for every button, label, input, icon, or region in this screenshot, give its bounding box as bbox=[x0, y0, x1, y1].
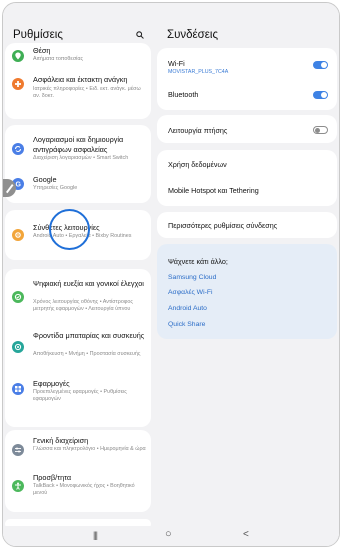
digital-wellbeing-title: Ψηφιακή ευεξία και γονικοί έλεγχοι bbox=[33, 279, 144, 288]
bluetooth-label[interactable]: Bluetooth bbox=[168, 90, 198, 99]
settings-item-safety[interactable]: Ασφάλεια και έκτακτη ανάγκη Ιατρικές πλη… bbox=[5, 72, 151, 112]
suggestions-heading: Ψάχνετε κάτι άλλο; bbox=[168, 257, 228, 266]
settings-item-google[interactable]: G Google Υπηρεσίες Google bbox=[5, 173, 151, 195]
flight-mode-toggle[interactable] bbox=[313, 126, 328, 134]
svg-text:G: G bbox=[16, 182, 22, 188]
safety-icon bbox=[12, 78, 24, 90]
device-care-subtitle: Αποθήκευση • Μνήμη • Προστασία συσκευής bbox=[33, 351, 141, 357]
digital-wellbeing-subtitle: Χρόνος λειτουργίας οθόνης • Αντίστροφος … bbox=[33, 299, 133, 313]
location-icon bbox=[12, 50, 24, 62]
device-care-icon bbox=[12, 341, 24, 353]
sync-icon bbox=[12, 143, 24, 155]
settings-item-general-management[interactable]: Γενική διαχείριση Γλώσσα και πληκτρολόγι… bbox=[5, 434, 151, 464]
location-subtitle: Αιτήματα τοποθεσίας bbox=[33, 56, 84, 62]
settings-group-5: Γενική διαχείριση Γλώσσα και πληκτρολόγι… bbox=[5, 430, 151, 512]
apps-grid-icon bbox=[12, 383, 24, 395]
wifi-label[interactable]: Wi-Fi bbox=[168, 59, 185, 68]
settings-item-accounts[interactable]: Λογαριασμοί και δημιουργία αντιγράφων ασ… bbox=[5, 135, 151, 171]
accessibility-subtitle: TalkBack • Μονοφωνικός ήχος • Βοηθητικό … bbox=[33, 483, 135, 497]
edge-panel-handle[interactable] bbox=[3, 179, 16, 197]
connections-panel: Συνδέσεις Wi-Fi MOVISTAR_PLUS_7C4A Bluet… bbox=[153, 3, 339, 546]
data-usage-label[interactable]: Χρήση δεδομένων bbox=[168, 160, 227, 169]
home-button[interactable]: ○ bbox=[165, 528, 172, 540]
pencil-icon bbox=[6, 184, 14, 194]
wellbeing-icon bbox=[12, 291, 24, 303]
flight-mode-label[interactable]: Λειτουργία πτήσης bbox=[168, 126, 227, 135]
bluetooth-toggle[interactable] bbox=[313, 91, 328, 99]
search-icon[interactable] bbox=[136, 31, 144, 39]
google-title: Google bbox=[33, 175, 57, 184]
link-android-auto[interactable]: Android Auto bbox=[168, 305, 207, 312]
accounts-subtitle: Διαχείριση λογαριασμών • Smart Switch bbox=[33, 155, 129, 161]
toggle-knob bbox=[315, 127, 320, 133]
gear-plus-icon bbox=[12, 229, 24, 241]
settings-group-1: Θέση Αιτήματα τοποθεσίας Ασφάλεια και έκ… bbox=[5, 43, 151, 119]
accessibility-icon bbox=[12, 480, 24, 492]
link-samsung-cloud[interactable]: Samsung Cloud bbox=[168, 274, 216, 281]
google-subtitle: Υπηρεσίες Google bbox=[33, 185, 78, 191]
wifi-network-name: MOVISTAR_PLUS_7C4A bbox=[168, 69, 229, 75]
settings-item-accessibility[interactable]: Προσβ/τητα TalkBack • Μονοφωνικός ήχος •… bbox=[5, 470, 151, 502]
data-group: Χρήση δεδομένων Mobile Hotspot και Tethe… bbox=[157, 150, 337, 206]
settings-item-apps[interactable]: Εφαρμογές Προεπιλεγμένες εφαρμογές • Ρυθ… bbox=[5, 377, 151, 417]
settings-item-device-care[interactable]: Φροντίδα μπαταρίας και συσκευής Αποθήκευ… bbox=[5, 331, 151, 371]
navigation-bar: ||| ○ < bbox=[3, 526, 339, 546]
settings-item-digital-wellbeing[interactable]: Ψηφιακή ευεξία και γονικοί έλεγχοι Χρόνο… bbox=[5, 279, 151, 327]
safety-title: Ασφάλεια και έκτακτη ανάγκη bbox=[33, 75, 128, 84]
link-quick-share[interactable]: Quick Share bbox=[168, 321, 205, 328]
accounts-title: Λογαριασμοί και δημιουργία αντιγράφων ασ… bbox=[33, 135, 124, 154]
apps-title: Εφαρμογές bbox=[33, 379, 70, 388]
connections-title: Συνδέσεις bbox=[167, 29, 218, 41]
more-group: Περισσότερες ρυθμίσεις σύνδεσης bbox=[157, 212, 337, 238]
sliders-icon bbox=[12, 444, 24, 456]
settings-group-2: Λογαριασμοί και δημιουργία αντιγράφων ασ… bbox=[5, 125, 151, 203]
general-management-title: Γενική διαχείριση bbox=[33, 436, 89, 445]
device-frame: Ρυθμίσεις Θέση Αιτήματα τοποθεσίας Ασφάλ… bbox=[2, 2, 340, 547]
hotspot-label[interactable]: Mobile Hotspot και Tethering bbox=[168, 186, 259, 195]
more-connection-settings-label[interactable]: Περισσότερες ρυθμίσεις σύνδεσης bbox=[168, 221, 277, 230]
suggestions-card: Ψάχνετε κάτι άλλο; Samsung Cloud Ασφαλές… bbox=[157, 244, 337, 339]
general-management-subtitle: Γλώσσα και πληκτρολόγιο • Ημερομηνία & ώ… bbox=[33, 446, 146, 452]
highlight-circle bbox=[49, 209, 90, 250]
toggle-knob bbox=[321, 62, 327, 68]
location-title: Θέση bbox=[33, 46, 51, 55]
device-care-title: Φροντίδα μπαταρίας και συσκευής bbox=[33, 331, 145, 340]
settings-title: Ρυθμίσεις bbox=[13, 29, 63, 41]
wireless-group: Wi-Fi MOVISTAR_PLUS_7C4A Bluetooth bbox=[157, 48, 337, 110]
back-button[interactable]: < bbox=[243, 529, 249, 540]
safety-subtitle: Ιατρικές πληροφορίες • Ειδ. εκτ. ανάγκ. … bbox=[33, 86, 141, 100]
recents-button[interactable]: ||| bbox=[93, 530, 98, 540]
toggle-knob bbox=[321, 92, 327, 98]
accessibility-title: Προσβ/τητα bbox=[33, 473, 72, 482]
flight-mode-group: Λειτουργία πτήσης bbox=[157, 115, 337, 143]
link-secure-wifi[interactable]: Ασφαλές Wi-Fi bbox=[168, 289, 213, 296]
settings-list-panel: Ρυθμίσεις Θέση Αιτήματα τοποθεσίας Ασφάλ… bbox=[3, 3, 153, 546]
settings-group-4: Ψηφιακή ευεξία και γονικοί έλεγχοι Χρόνο… bbox=[5, 269, 151, 427]
apps-subtitle: Προεπιλεγμένες εφαρμογές • Ρυθμίσεις εφα… bbox=[33, 389, 127, 403]
settings-item-location[interactable]: Θέση Αιτήματα τοποθεσίας bbox=[5, 43, 151, 65]
wifi-toggle[interactable] bbox=[313, 61, 328, 69]
